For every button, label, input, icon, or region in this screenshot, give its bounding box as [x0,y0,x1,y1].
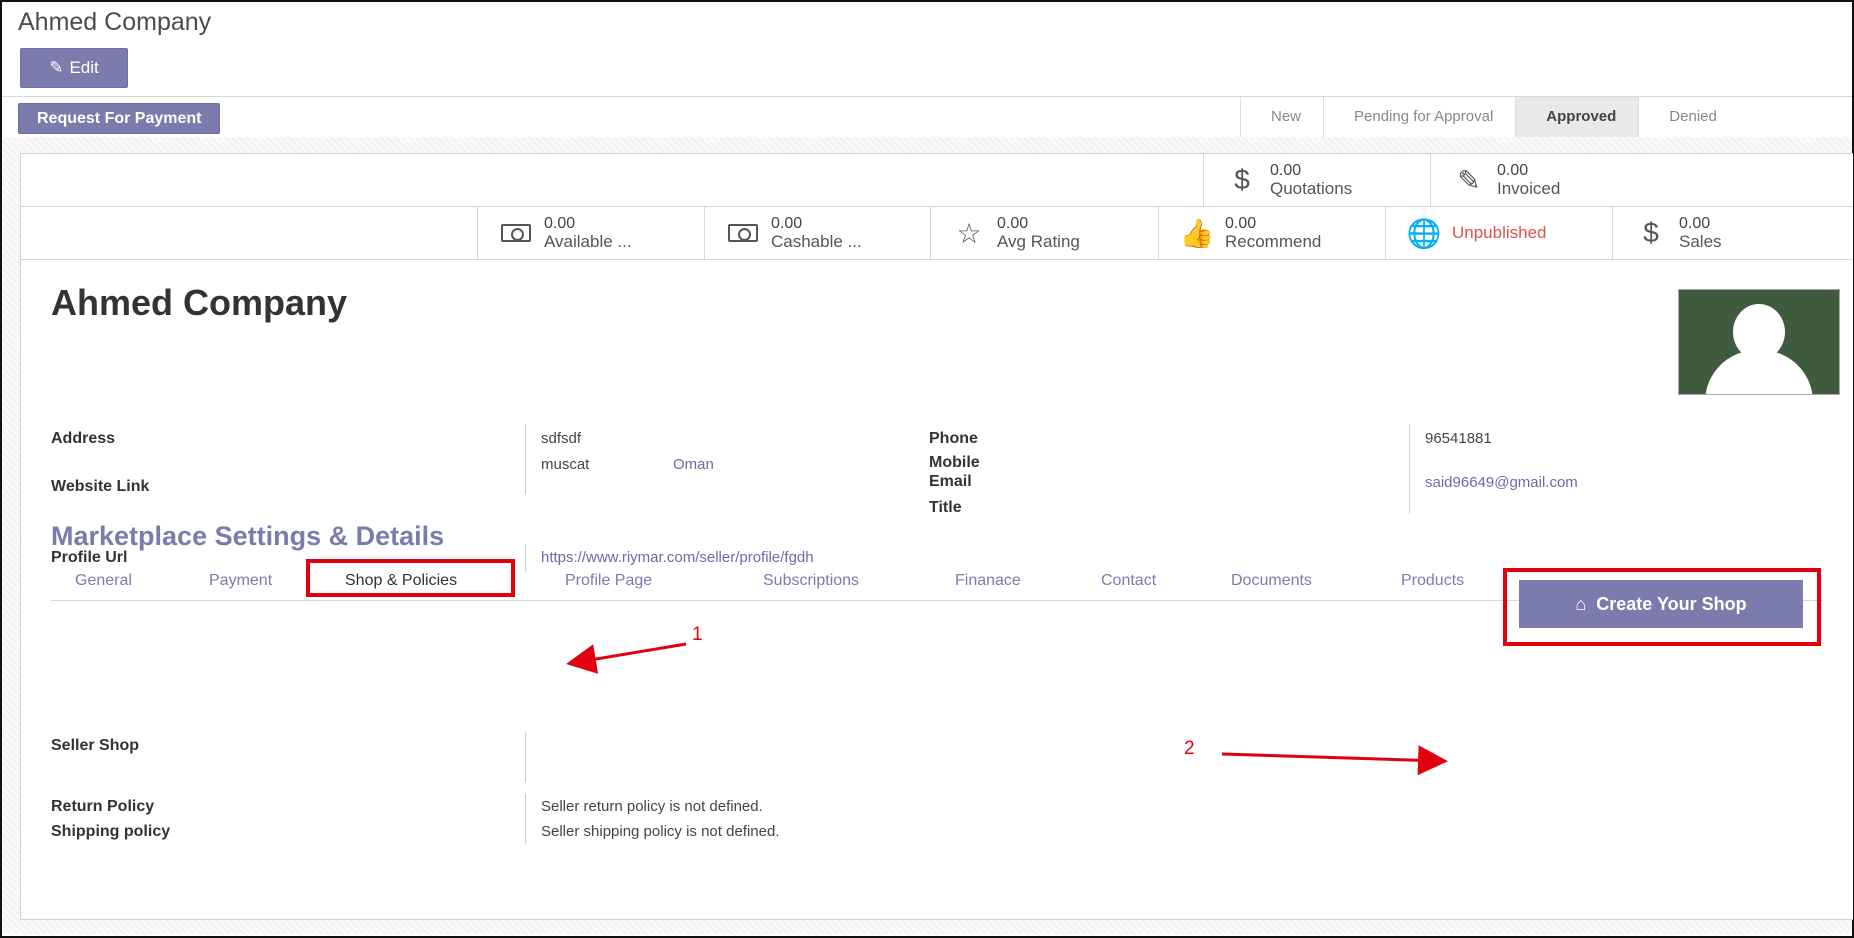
form-sheet: $ 0.00 Quotations ✎ 0.00 Invoiced 0.00 A… [20,153,1853,920]
edit-button[interactable]: ✎ Edit [20,48,128,88]
tab-subscriptions[interactable]: Subscriptions [763,572,859,590]
stage-denied[interactable]: Denied [1638,97,1739,137]
thumbs-up-icon: 👍 [1179,217,1215,249]
email-label: Email [929,473,972,490]
invoiced-label: Invoiced [1497,179,1561,198]
seller-shop-label: Seller Shop [51,737,140,754]
sales-value: 0.00 [1679,215,1711,232]
avg-rating-label: Avg Rating [997,232,1080,251]
stage-pending-for-approval[interactable]: Pending for Approval [1323,97,1516,137]
stage-approved[interactable]: Approved [1515,97,1639,137]
website-link-label: Website Link [51,478,150,495]
star-icon: ☆ [956,217,982,249]
address-street[interactable]: sdfsdf [541,430,581,447]
divider [525,732,526,782]
invoiced-value: 0.00 [1497,162,1529,179]
section-title: Marketplace Settings & Details [51,521,445,551]
status-bar: Request For Payment New Pending for Appr… [2,96,1852,138]
tab-profile-page[interactable]: Profile Page [565,572,652,590]
tab-contact[interactable]: Contact [1101,572,1156,590]
smart-buttons-row-1: $ 0.00 Quotations ✎ 0.00 Invoiced [21,154,1853,207]
phone-value[interactable]: 96541881 [1425,430,1492,447]
money-icon [723,217,763,249]
tab-payment[interactable]: Payment [209,572,272,590]
divider [525,424,526,494]
unpublished-button[interactable]: 🌐 Unpublished [1385,207,1612,259]
avatar[interactable] [1678,289,1840,395]
quotations-label: Quotations [1270,179,1353,198]
pencil-icon: ✎ [49,58,64,77]
avg-rating-value: 0.00 [997,215,1029,232]
shipping-policy-value: Seller shipping policy is not defined. [541,823,780,840]
record-name: Ahmed Company [51,282,348,323]
stage-pipeline: New Pending for Approval Approved Denied [1240,97,1739,137]
stage-new[interactable]: New [1240,97,1324,137]
sales-label: Sales [1679,232,1722,251]
shipping-policy-label: Shipping policy [51,823,171,840]
avg-rating-button[interactable]: ☆ 0.00 Avg Rating [930,207,1158,259]
return-policy-value: Seller return policy is not defined. [541,798,763,815]
recommend-button[interactable]: 👍 0.00 Recommend [1158,207,1385,259]
dollar-icon: $ [1643,217,1659,248]
tab-finanace[interactable]: Finanace [955,572,1021,590]
request-for-payment-button[interactable]: Request For Payment [18,103,221,134]
recommend-value: 0.00 [1225,215,1257,232]
quotations-value: 0.00 [1270,162,1302,179]
tab-products[interactable]: Products [1401,572,1464,590]
address-country[interactable]: Oman [673,456,714,473]
sales-button[interactable]: $ 0.00 Sales [1612,207,1853,259]
pencil-square-icon: ✎ [1457,164,1481,196]
email-value[interactable]: said96649@gmail.com [1425,474,1578,491]
divider [1409,424,1410,514]
annotation-box-shop-policies [306,559,515,597]
available-label: Available ... [544,232,632,251]
quotations-button[interactable]: $ 0.00 Quotations [1203,154,1430,206]
phone-label: Phone [929,430,978,447]
cashable-label: Cashable ... [771,232,862,251]
annotation-box-create-shop [1503,568,1821,646]
annotation-step-2: 2 [1184,738,1195,759]
money-icon [496,217,536,249]
breadcrumb-title: Ahmed Company [18,8,212,36]
return-policy-label: Return Policy [51,798,155,815]
cashable-button[interactable]: 0.00 Cashable ... [704,207,930,259]
recommend-label: Recommend [1225,232,1322,251]
address-city[interactable]: muscat [541,456,589,473]
address-label: Address [51,430,116,447]
dollar-icon: $ [1234,164,1250,195]
tab-documents[interactable]: Documents [1231,572,1312,590]
available-value: 0.00 [544,215,576,232]
globe-icon: 🌐 [1406,217,1442,249]
annotation-step-1: 1 [692,624,703,645]
available-button[interactable]: 0.00 Available ... [477,207,704,259]
mobile-label: Mobile [929,454,980,471]
smart-buttons-row-2: 0.00 Available ... 0.00 Cashable ... ☆ 0… [21,207,1853,260]
edit-label: Edit [69,58,99,77]
cashable-value: 0.00 [771,215,803,232]
title-label: Title [929,499,962,516]
unpublished-label: Unpublished [1452,223,1547,242]
invoiced-button[interactable]: ✎ 0.00 Invoiced [1430,154,1853,206]
divider [525,794,526,844]
tab-general[interactable]: General [75,572,132,590]
